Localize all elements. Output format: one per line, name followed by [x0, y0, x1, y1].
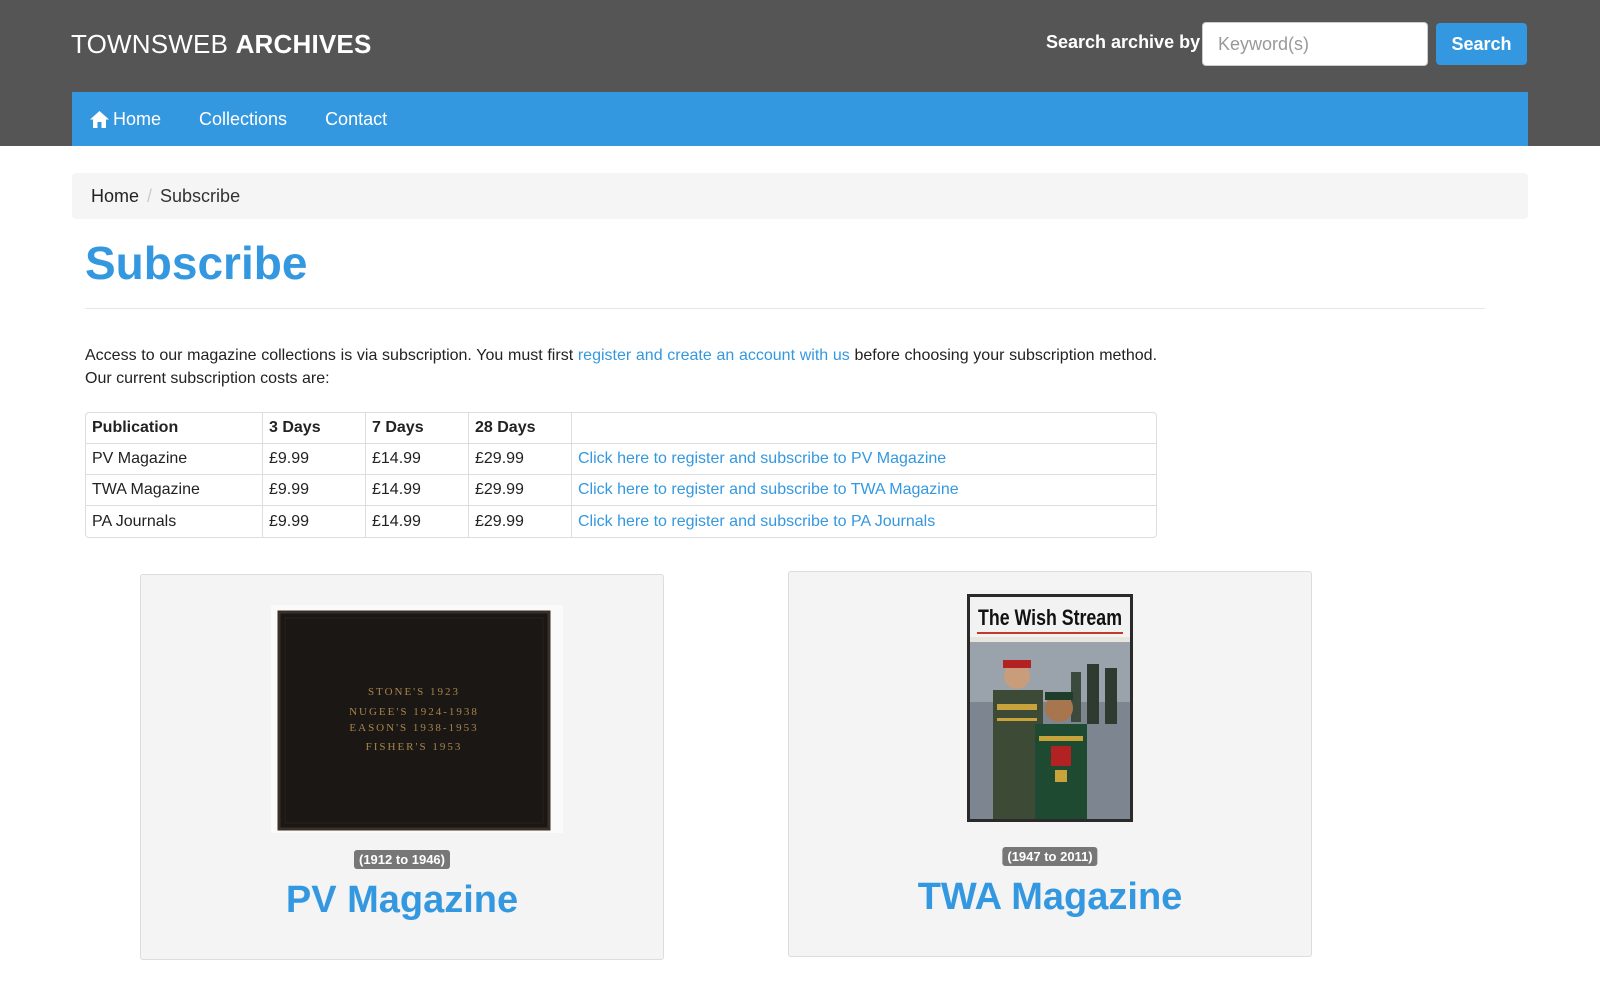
pv-cover-line-3: EASON'S 1938-1953	[349, 722, 478, 734]
subscribe-link-pv[interactable]: Click here to register and subscribe to …	[578, 450, 946, 467]
breadcrumb-home[interactable]: Home	[91, 186, 139, 207]
cell-price-7-days: £14.99	[366, 506, 469, 537]
cell-price-28-days: £29.99	[469, 444, 572, 475]
search-label: Search archive by	[1046, 32, 1201, 52]
table-row: TWA Magazine £9.99 £14.99 £29.99 Click h…	[86, 475, 1156, 506]
breadcrumb: Home / Subscribe	[72, 173, 1528, 219]
date-range-badge: (1912 to 1946)	[354, 850, 450, 869]
date-range-badge: (1947 to 2011)	[1002, 847, 1098, 866]
twa-cover-title: The Wish Stream	[978, 605, 1122, 630]
table-header-publication: Publication	[86, 413, 263, 444]
search-input[interactable]	[1202, 22, 1428, 66]
page-title: Subscribe	[85, 237, 308, 289]
logo-regular: TOWNSWEB	[71, 29, 229, 59]
twa-magazine-cover-image[interactable]: The Wish Stream	[967, 594, 1133, 822]
cell-price-7-days: £14.99	[366, 475, 469, 506]
nav-item-home[interactable]: Home	[90, 109, 161, 130]
cell-price-7-days: £14.99	[366, 444, 469, 475]
cell-publication: PA Journals	[86, 506, 263, 537]
cell-link: Click here to register and subscribe to …	[572, 475, 1156, 506]
site-header: TOWNSWEB ARCHIVES Search archive by Sear…	[0, 0, 1600, 146]
collection-card-twa[interactable]: The Wish Stream (1947 to 2011) TWA Magaz…	[788, 571, 1312, 957]
table-header-3-days: 3 Days	[263, 413, 366, 444]
pv-cover-frame: STONE'S 1923 NUGEE'S 1924-1938 EASON'S 1…	[271, 605, 563, 833]
cell-publication: TWA Magazine	[86, 475, 263, 506]
card-title-twa[interactable]: TWA Magazine	[789, 876, 1311, 919]
cell-publication: PV Magazine	[86, 444, 263, 475]
site-logo[interactable]: TOWNSWEB ARCHIVES	[71, 29, 372, 60]
pv-cover-line-1: STONE'S 1923	[368, 686, 460, 698]
breadcrumb-separator: /	[147, 185, 153, 206]
cell-price-3-days: £9.99	[263, 475, 366, 506]
nav-item-collections[interactable]: Collections	[199, 109, 287, 130]
breadcrumb-current: Subscribe	[160, 185, 241, 206]
cell-link: Click here to register and subscribe to …	[572, 506, 1156, 537]
intro-paragraph: Access to our magazine collections is vi…	[85, 344, 1157, 390]
nav-label-collections: Collections	[199, 108, 288, 129]
home-icon	[90, 110, 109, 128]
cell-price-28-days: £29.99	[469, 475, 572, 506]
intro-text-before: Access to our magazine collections is vi…	[85, 347, 578, 364]
pv-cover-line-4: FISHER'S 1953	[366, 741, 463, 753]
cell-link: Click here to register and subscribe to …	[572, 444, 1156, 475]
cell-price-3-days: £9.99	[263, 444, 366, 475]
register-link[interactable]: register and create an account with us	[578, 347, 850, 364]
title-divider	[85, 308, 1485, 309]
main-nav: Home Collections Contact	[72, 92, 1528, 146]
nav-label-contact: Contact	[325, 108, 388, 129]
pricing-table: Publication 3 Days 7 Days 28 Days PV Mag…	[85, 412, 1157, 538]
table-header-7-days: 7 Days	[366, 413, 469, 444]
pv-magazine-cover-image[interactable]: STONE'S 1923 NUGEE'S 1924-1938 EASON'S 1…	[271, 605, 563, 833]
subscribe-link-pa[interactable]: Click here to register and subscribe to …	[578, 513, 935, 530]
table-header-link	[572, 413, 1156, 444]
cell-price-3-days: £9.99	[263, 506, 366, 537]
table-row: PA Journals £9.99 £14.99 £29.99 Click he…	[86, 506, 1156, 537]
table-header-row: Publication 3 Days 7 Days 28 Days	[86, 413, 1156, 444]
cell-price-28-days: £29.99	[469, 506, 572, 537]
collection-card-pv[interactable]: STONE'S 1923 NUGEE'S 1924-1938 EASON'S 1…	[140, 574, 664, 960]
card-title-pv[interactable]: PV Magazine	[141, 879, 663, 922]
nav-item-contact[interactable]: Contact	[325, 109, 387, 130]
subscribe-link-twa[interactable]: Click here to register and subscribe to …	[578, 481, 959, 498]
table-row: PV Magazine £9.99 £14.99 £29.99 Click he…	[86, 444, 1156, 475]
table-header-28-days: 28 Days	[469, 413, 572, 444]
nav-label-home: Home	[113, 108, 162, 129]
search-button[interactable]: Search	[1436, 23, 1527, 65]
logo-bold: ARCHIVES	[235, 29, 372, 59]
pv-cover-line-2: NUGEE'S 1924-1938	[349, 706, 479, 718]
